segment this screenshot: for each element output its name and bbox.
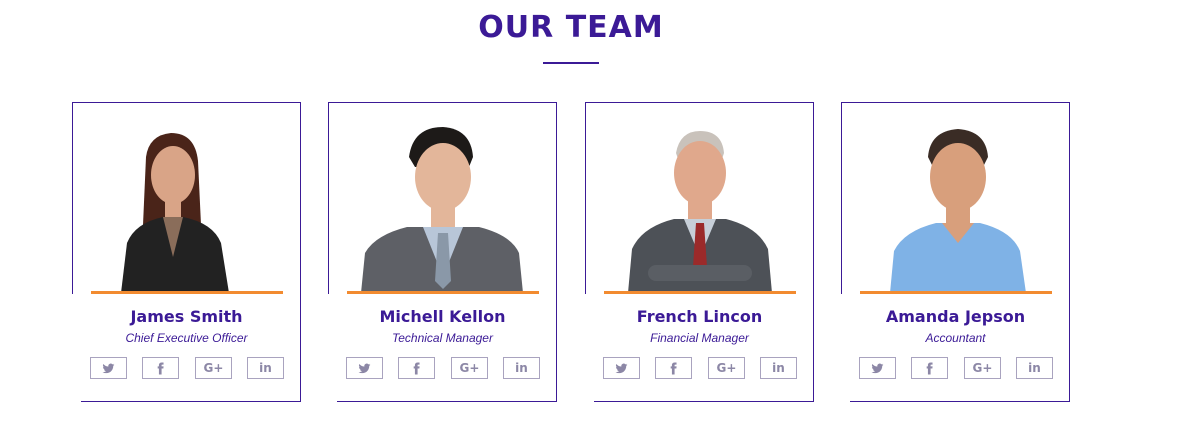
linkedin-icon: in [1028, 361, 1041, 375]
member-name: Michell Kellon [379, 307, 506, 326]
linkedin-button[interactable]: in [503, 357, 540, 379]
twitter-icon [102, 363, 115, 373]
member-photo [860, 117, 1052, 293]
linkedin-icon: in [259, 361, 272, 375]
member-name: Amanda Jepson [885, 307, 1026, 326]
facebook-icon [670, 362, 677, 374]
google-plus-button[interactable]: G+ [708, 357, 745, 379]
member-name: French Lincon [636, 307, 763, 326]
social-links: G+ in [859, 357, 1054, 381]
facebook-icon [926, 362, 933, 374]
member-role: Accountant [925, 331, 986, 345]
twitter-icon [871, 363, 884, 373]
facebook-button[interactable] [398, 357, 435, 379]
linkedin-button[interactable]: in [1016, 357, 1053, 379]
linkedin-button[interactable]: in [247, 357, 284, 379]
twitter-button[interactable] [346, 357, 383, 379]
title-divider [543, 62, 599, 64]
linkedin-button[interactable]: in [760, 357, 797, 379]
google-plus-icon: G+ [972, 361, 993, 375]
google-plus-icon: G+ [203, 361, 224, 375]
team-card: James Smith Chief Executive Officer G+ i… [71, 102, 301, 404]
member-name: James Smith [130, 307, 243, 326]
facebook-icon [157, 362, 164, 374]
google-plus-icon: G+ [716, 361, 737, 375]
social-links: G+ in [346, 357, 541, 381]
accent-bar [347, 291, 539, 294]
social-links: G+ in [603, 357, 798, 381]
member-role: Technical Manager [392, 331, 493, 345]
google-plus-button[interactable]: G+ [195, 357, 232, 379]
member-role: Chief Executive Officer [125, 331, 248, 345]
section-title: OUR TEAM [478, 10, 664, 45]
linkedin-icon: in [515, 361, 528, 375]
twitter-button[interactable] [603, 357, 640, 379]
member-photo [604, 117, 796, 293]
social-links: G+ in [90, 357, 285, 381]
facebook-button[interactable] [911, 357, 948, 379]
team-card: Michell Kellon Technical Manager G+ in [327, 102, 557, 404]
member-photo [91, 117, 283, 293]
twitter-button[interactable] [859, 357, 896, 379]
google-plus-icon: G+ [459, 361, 480, 375]
twitter-icon [615, 363, 628, 373]
facebook-button[interactable] [655, 357, 692, 379]
accent-bar [604, 291, 796, 294]
twitter-button[interactable] [90, 357, 127, 379]
twitter-icon [358, 363, 371, 373]
member-photo [347, 117, 539, 293]
facebook-icon [413, 362, 420, 374]
team-card: French Lincon Financial Manager G+ in [584, 102, 814, 404]
google-plus-button[interactable]: G+ [964, 357, 1001, 379]
accent-bar [860, 291, 1052, 294]
facebook-button[interactable] [142, 357, 179, 379]
google-plus-button[interactable]: G+ [451, 357, 488, 379]
team-card: Amanda Jepson Accountant G+ in [840, 102, 1070, 404]
accent-bar [91, 291, 283, 294]
member-role: Financial Manager [650, 331, 749, 345]
linkedin-icon: in [772, 361, 785, 375]
